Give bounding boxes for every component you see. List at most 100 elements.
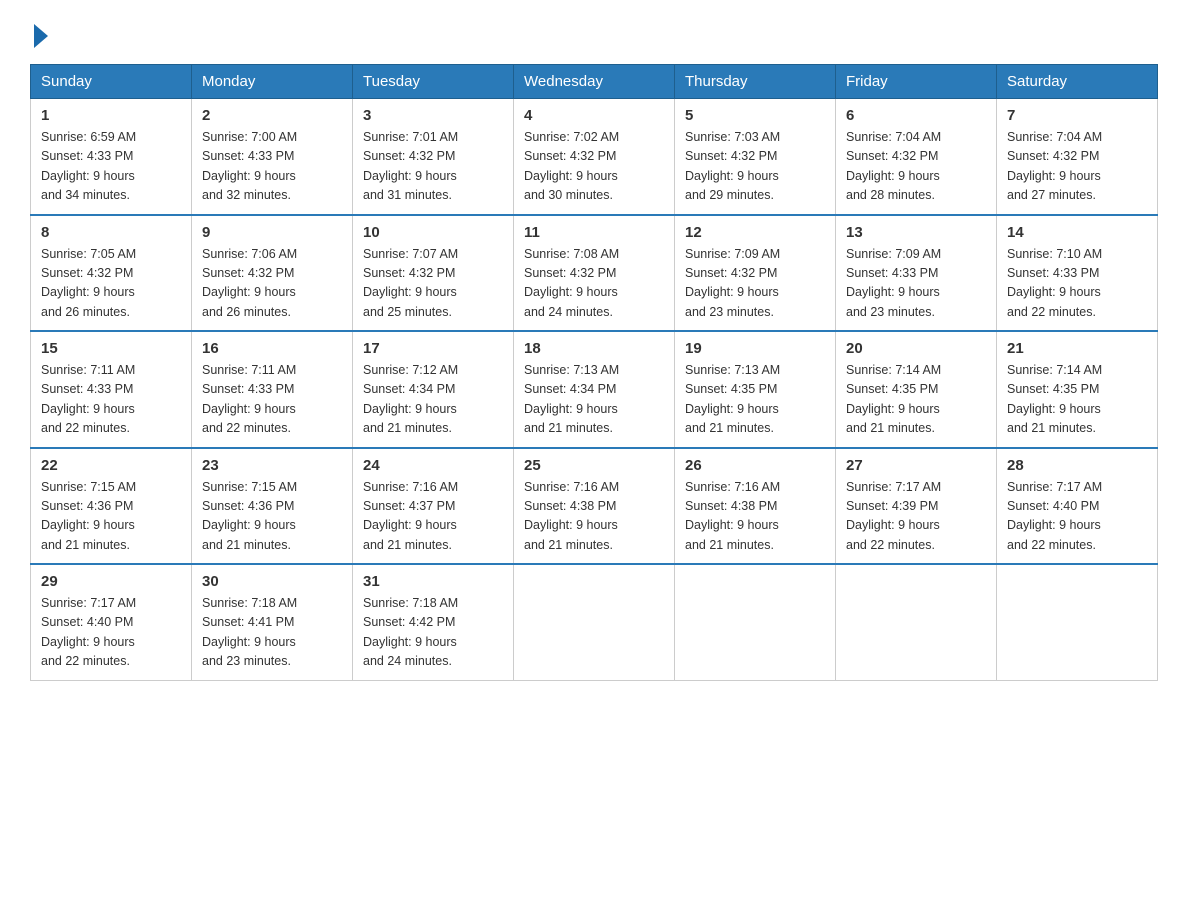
calendar-header-thursday: Thursday	[675, 65, 836, 99]
day-info: Sunrise: 7:14 AM Sunset: 4:35 PM Dayligh…	[846, 361, 986, 439]
day-number: 10	[363, 224, 503, 241]
calendar-cell: 31 Sunrise: 7:18 AM Sunset: 4:42 PM Dayl…	[353, 564, 514, 680]
day-info: Sunrise: 7:16 AM Sunset: 4:38 PM Dayligh…	[685, 478, 825, 556]
calendar-cell: 20 Sunrise: 7:14 AM Sunset: 4:35 PM Dayl…	[836, 331, 997, 448]
day-info: Sunrise: 7:14 AM Sunset: 4:35 PM Dayligh…	[1007, 361, 1147, 439]
day-info: Sunrise: 7:15 AM Sunset: 4:36 PM Dayligh…	[41, 478, 181, 556]
day-number: 9	[202, 224, 342, 241]
day-number: 17	[363, 340, 503, 357]
day-info: Sunrise: 7:01 AM Sunset: 4:32 PM Dayligh…	[363, 128, 503, 206]
day-number: 3	[363, 107, 503, 124]
day-number: 5	[685, 107, 825, 124]
calendar-cell: 27 Sunrise: 7:17 AM Sunset: 4:39 PM Dayl…	[836, 448, 997, 565]
calendar-header-wednesday: Wednesday	[514, 65, 675, 99]
day-number: 14	[1007, 224, 1147, 241]
calendar-cell: 6 Sunrise: 7:04 AM Sunset: 4:32 PM Dayli…	[836, 99, 997, 215]
day-number: 15	[41, 340, 181, 357]
calendar-header-saturday: Saturday	[997, 65, 1158, 99]
day-info: Sunrise: 7:12 AM Sunset: 4:34 PM Dayligh…	[363, 361, 503, 439]
day-info: Sunrise: 7:03 AM Sunset: 4:32 PM Dayligh…	[685, 128, 825, 206]
calendar-cell: 8 Sunrise: 7:05 AM Sunset: 4:32 PM Dayli…	[31, 215, 192, 332]
calendar-cell: 7 Sunrise: 7:04 AM Sunset: 4:32 PM Dayli…	[997, 99, 1158, 215]
day-info: Sunrise: 6:59 AM Sunset: 4:33 PM Dayligh…	[41, 128, 181, 206]
day-number: 26	[685, 457, 825, 474]
day-info: Sunrise: 7:02 AM Sunset: 4:32 PM Dayligh…	[524, 128, 664, 206]
calendar-cell: 26 Sunrise: 7:16 AM Sunset: 4:38 PM Dayl…	[675, 448, 836, 565]
day-number: 29	[41, 573, 181, 590]
day-info: Sunrise: 7:10 AM Sunset: 4:33 PM Dayligh…	[1007, 245, 1147, 323]
calendar-cell: 17 Sunrise: 7:12 AM Sunset: 4:34 PM Dayl…	[353, 331, 514, 448]
calendar-cell: 15 Sunrise: 7:11 AM Sunset: 4:33 PM Dayl…	[31, 331, 192, 448]
day-number: 18	[524, 340, 664, 357]
calendar-cell: 12 Sunrise: 7:09 AM Sunset: 4:32 PM Dayl…	[675, 215, 836, 332]
calendar-cell: 16 Sunrise: 7:11 AM Sunset: 4:33 PM Dayl…	[192, 331, 353, 448]
day-info: Sunrise: 7:17 AM Sunset: 4:40 PM Dayligh…	[1007, 478, 1147, 556]
logo	[30, 20, 48, 46]
calendar-cell: 29 Sunrise: 7:17 AM Sunset: 4:40 PM Dayl…	[31, 564, 192, 680]
calendar-cell: 10 Sunrise: 7:07 AM Sunset: 4:32 PM Dayl…	[353, 215, 514, 332]
day-info: Sunrise: 7:09 AM Sunset: 4:32 PM Dayligh…	[685, 245, 825, 323]
calendar-cell: 28 Sunrise: 7:17 AM Sunset: 4:40 PM Dayl…	[997, 448, 1158, 565]
day-info: Sunrise: 7:17 AM Sunset: 4:40 PM Dayligh…	[41, 594, 181, 672]
calendar-cell: 9 Sunrise: 7:06 AM Sunset: 4:32 PM Dayli…	[192, 215, 353, 332]
day-number: 21	[1007, 340, 1147, 357]
day-info: Sunrise: 7:11 AM Sunset: 4:33 PM Dayligh…	[41, 361, 181, 439]
calendar-cell: 4 Sunrise: 7:02 AM Sunset: 4:32 PM Dayli…	[514, 99, 675, 215]
day-number: 24	[363, 457, 503, 474]
day-info: Sunrise: 7:04 AM Sunset: 4:32 PM Dayligh…	[1007, 128, 1147, 206]
day-number: 7	[1007, 107, 1147, 124]
day-info: Sunrise: 7:07 AM Sunset: 4:32 PM Dayligh…	[363, 245, 503, 323]
day-number: 19	[685, 340, 825, 357]
day-info: Sunrise: 7:06 AM Sunset: 4:32 PM Dayligh…	[202, 245, 342, 323]
calendar-cell: 23 Sunrise: 7:15 AM Sunset: 4:36 PM Dayl…	[192, 448, 353, 565]
calendar-cell: 14 Sunrise: 7:10 AM Sunset: 4:33 PM Dayl…	[997, 215, 1158, 332]
calendar-header-friday: Friday	[836, 65, 997, 99]
day-info: Sunrise: 7:16 AM Sunset: 4:38 PM Dayligh…	[524, 478, 664, 556]
calendar-cell: 25 Sunrise: 7:16 AM Sunset: 4:38 PM Dayl…	[514, 448, 675, 565]
calendar-cell: 22 Sunrise: 7:15 AM Sunset: 4:36 PM Dayl…	[31, 448, 192, 565]
day-number: 30	[202, 573, 342, 590]
day-info: Sunrise: 7:04 AM Sunset: 4:32 PM Dayligh…	[846, 128, 986, 206]
calendar-table: SundayMondayTuesdayWednesdayThursdayFrid…	[30, 64, 1158, 681]
calendar-cell: 5 Sunrise: 7:03 AM Sunset: 4:32 PM Dayli…	[675, 99, 836, 215]
day-info: Sunrise: 7:17 AM Sunset: 4:39 PM Dayligh…	[846, 478, 986, 556]
calendar-cell: 21 Sunrise: 7:14 AM Sunset: 4:35 PM Dayl…	[997, 331, 1158, 448]
calendar-cell	[997, 564, 1158, 680]
day-info: Sunrise: 7:15 AM Sunset: 4:36 PM Dayligh…	[202, 478, 342, 556]
calendar-cell: 19 Sunrise: 7:13 AM Sunset: 4:35 PM Dayl…	[675, 331, 836, 448]
calendar-cell: 24 Sunrise: 7:16 AM Sunset: 4:37 PM Dayl…	[353, 448, 514, 565]
calendar-cell: 3 Sunrise: 7:01 AM Sunset: 4:32 PM Dayli…	[353, 99, 514, 215]
day-number: 25	[524, 457, 664, 474]
day-info: Sunrise: 7:13 AM Sunset: 4:34 PM Dayligh…	[524, 361, 664, 439]
logo-arrow-icon	[34, 24, 48, 48]
day-number: 20	[846, 340, 986, 357]
calendar-cell: 18 Sunrise: 7:13 AM Sunset: 4:34 PM Dayl…	[514, 331, 675, 448]
day-number: 2	[202, 107, 342, 124]
calendar-cell: 30 Sunrise: 7:18 AM Sunset: 4:41 PM Dayl…	[192, 564, 353, 680]
calendar-cell	[675, 564, 836, 680]
day-info: Sunrise: 7:18 AM Sunset: 4:41 PM Dayligh…	[202, 594, 342, 672]
day-info: Sunrise: 7:00 AM Sunset: 4:33 PM Dayligh…	[202, 128, 342, 206]
day-info: Sunrise: 7:18 AM Sunset: 4:42 PM Dayligh…	[363, 594, 503, 672]
day-info: Sunrise: 7:09 AM Sunset: 4:33 PM Dayligh…	[846, 245, 986, 323]
day-info: Sunrise: 7:13 AM Sunset: 4:35 PM Dayligh…	[685, 361, 825, 439]
calendar-header-tuesday: Tuesday	[353, 65, 514, 99]
calendar-header-sunday: Sunday	[31, 65, 192, 99]
day-number: 23	[202, 457, 342, 474]
day-info: Sunrise: 7:11 AM Sunset: 4:33 PM Dayligh…	[202, 361, 342, 439]
day-number: 12	[685, 224, 825, 241]
day-number: 22	[41, 457, 181, 474]
calendar-cell: 1 Sunrise: 6:59 AM Sunset: 4:33 PM Dayli…	[31, 99, 192, 215]
calendar-cell	[514, 564, 675, 680]
day-number: 1	[41, 107, 181, 124]
calendar-header-monday: Monday	[192, 65, 353, 99]
calendar-cell: 2 Sunrise: 7:00 AM Sunset: 4:33 PM Dayli…	[192, 99, 353, 215]
day-number: 11	[524, 224, 664, 241]
page-header	[30, 20, 1158, 46]
calendar-cell	[836, 564, 997, 680]
day-number: 4	[524, 107, 664, 124]
day-number: 27	[846, 457, 986, 474]
day-number: 31	[363, 573, 503, 590]
day-info: Sunrise: 7:08 AM Sunset: 4:32 PM Dayligh…	[524, 245, 664, 323]
day-number: 6	[846, 107, 986, 124]
